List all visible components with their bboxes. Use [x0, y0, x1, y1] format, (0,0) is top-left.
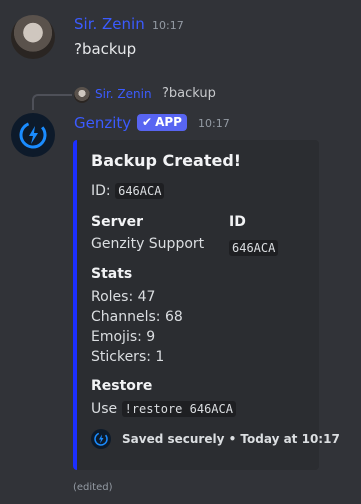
reply-avatar[interactable]	[74, 87, 90, 103]
stat-stickers: Stickers: 1	[91, 349, 165, 365]
bot-avatar[interactable]	[11, 113, 55, 157]
embed-footer: Saved securely • Today at 10:17	[122, 432, 340, 446]
id-field-label: ID	[229, 214, 246, 230]
stat-emojis: Emojis: 9	[91, 329, 156, 345]
message-content: ?backup	[74, 40, 137, 58]
footer-icon	[91, 429, 111, 449]
id-label: ID:	[91, 183, 111, 199]
reply-connector	[32, 94, 72, 110]
stats-label: Stats	[91, 266, 133, 282]
stat-channels: Channels: 68	[91, 309, 183, 325]
server-field-value: Genzity Support	[91, 236, 205, 252]
app-badge-label: APP	[155, 115, 182, 129]
genzity-logo-icon	[19, 121, 47, 149]
bot-username[interactable]: Genzity	[74, 114, 131, 132]
server-field-label: Server	[91, 214, 144, 230]
restore-command: !restore 646ACA	[121, 401, 236, 417]
restore-label: Restore	[91, 378, 153, 394]
genzity-footer-logo-icon	[94, 432, 108, 446]
bot-timestamp: 10:17	[198, 117, 230, 130]
id-field-value: 646ACA	[229, 240, 279, 256]
embed-title: Backup Created!	[91, 151, 242, 170]
id-line: ID: 646ACA	[91, 183, 165, 199]
check-icon: ✔	[142, 115, 153, 129]
restore-prefix: Use	[91, 401, 118, 417]
id-code: 646ACA	[115, 183, 165, 199]
timestamp: 10:17	[152, 19, 184, 32]
stat-roles: Roles: 47	[91, 289, 156, 305]
username[interactable]: Sir. Zenin	[74, 15, 145, 33]
reply-username[interactable]: Sir. Zenin	[95, 87, 152, 101]
user-avatar[interactable]	[11, 15, 55, 59]
reply-content[interactable]: ?backup	[162, 86, 216, 101]
edited-indicator: (edited)	[73, 482, 113, 493]
app-badge: ✔ APP	[137, 114, 187, 131]
restore-line: Use !restore 646ACA	[91, 401, 236, 417]
id-field-value-wrap: 646ACA	[229, 237, 279, 256]
